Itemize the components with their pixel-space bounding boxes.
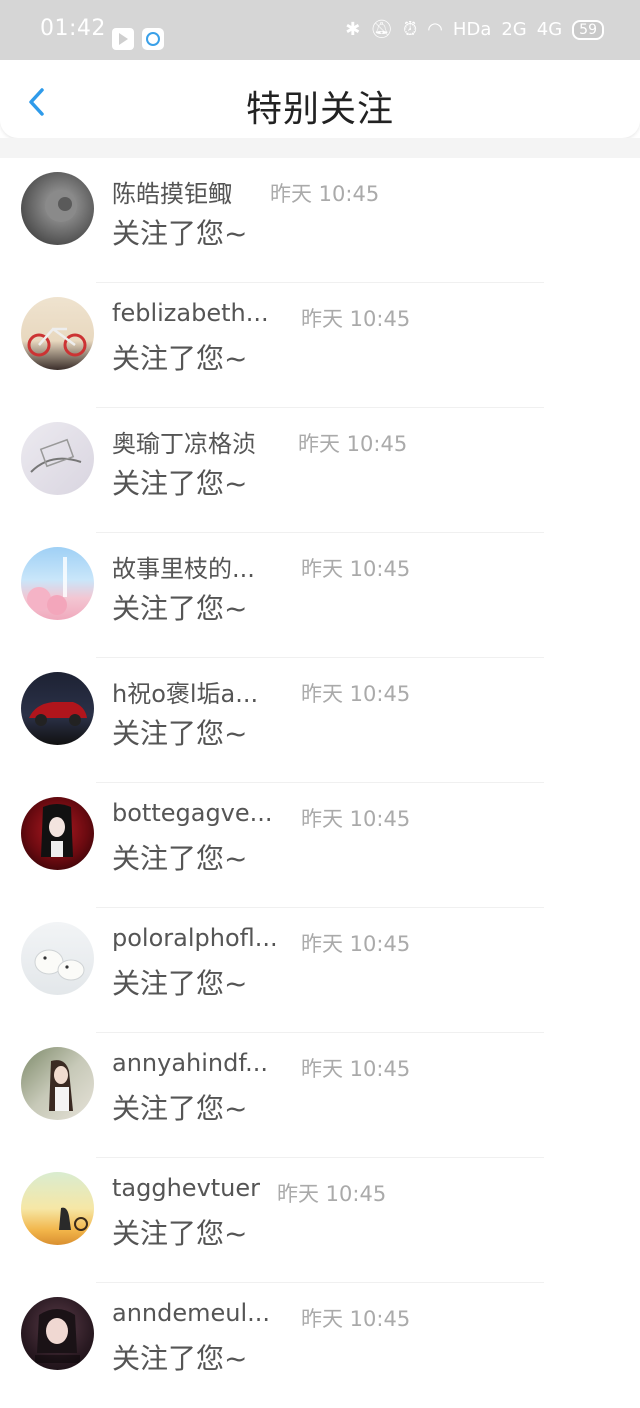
message-text: 关注了您~ — [112, 1092, 248, 1125]
bluetooth-icon: ✱ — [345, 19, 361, 40]
app-header: 特别关注 — [0, 60, 640, 138]
timestamp: 昨天 10:45 — [277, 1182, 387, 1206]
avatar[interactable] — [21, 422, 94, 495]
user-name[interactable]: tagghevtuer — [112, 1174, 260, 1202]
timestamp: 昨天 10:45 — [301, 807, 411, 831]
list-item[interactable]: 奥瑜丁凉格浈 昨天 10:45 关注了您~ — [0, 408, 640, 533]
user-name[interactable]: bottegagve... — [112, 799, 273, 827]
message-text: 关注了您~ — [112, 1217, 248, 1250]
alarm-icon: ⏰︎ — [403, 19, 418, 40]
avatar[interactable] — [21, 672, 94, 745]
list-item[interactable]: 陈皓摸钜鲰 昨天 10:45 关注了您~ — [0, 158, 640, 283]
avatar[interactable] — [21, 172, 94, 245]
avatar[interactable] — [21, 547, 94, 620]
mute-icon: 🔕︎ — [370, 19, 394, 40]
signal-4g: 4G — [536, 19, 563, 40]
message-text: 关注了您~ — [112, 842, 248, 875]
list-item[interactable]: bottegagve... 昨天 10:45 关注了您~ — [0, 783, 640, 908]
timestamp: 昨天 10:45 — [301, 557, 411, 581]
avatar[interactable] — [21, 922, 94, 995]
list-item[interactable]: h祝o褒l垢a... 昨天 10:45 关注了您~ — [0, 658, 640, 783]
message-text: 关注了您~ — [112, 967, 248, 1000]
message-text: 关注了您~ — [112, 1342, 248, 1375]
hd-label: HDa — [452, 19, 492, 40]
timestamp: 昨天 10:45 — [301, 1057, 411, 1081]
user-name[interactable]: poloralphofl... — [112, 924, 278, 952]
timestamp: 昨天 10:45 — [298, 432, 408, 456]
signal-2g: 2G — [501, 19, 527, 40]
user-name[interactable]: annyahindf... — [112, 1049, 268, 1077]
message-text: 关注了您~ — [112, 592, 248, 625]
avatar[interactable] — [21, 1047, 94, 1120]
user-name[interactable]: 奥瑜丁凉格浈 — [112, 424, 256, 459]
app-notification-icon — [112, 28, 134, 50]
timestamp: 昨天 10:45 — [270, 182, 380, 206]
user-name[interactable]: h祝o褒l垢a... — [112, 674, 258, 709]
timestamp: 昨天 10:45 — [301, 932, 411, 956]
status-bar: 01:42 ✱ 🔕︎ ⏰︎ ◠ HDa 2G 4G 59 — [0, 0, 640, 60]
status-time: 01:42 — [40, 16, 106, 41]
list-item[interactable]: poloralphofl... 昨天 10:45 关注了您~ — [0, 908, 640, 1033]
user-name[interactable]: feblizabeth... — [112, 299, 269, 327]
list-item[interactable]: annyahindf... 昨天 10:45 关注了您~ — [0, 1033, 640, 1158]
timestamp: 昨天 10:45 — [301, 682, 411, 706]
list-item[interactable]: anndemeul... 昨天 10:45 关注了您~ — [0, 1283, 640, 1408]
browser-notification-icon — [142, 28, 164, 50]
avatar[interactable] — [21, 1297, 94, 1370]
user-name[interactable]: anndemeul... — [112, 1299, 270, 1327]
status-indicators: ✱ 🔕︎ ⏰︎ ◠ HDa 2G 4G 59 — [345, 19, 604, 40]
page-title: 特别关注 — [245, 89, 394, 130]
section-divider — [0, 138, 640, 158]
avatar[interactable] — [21, 297, 94, 370]
list-item[interactable]: tagghevtuer 昨天 10:45 关注了您~ — [0, 1158, 640, 1283]
timestamp: 昨天 10:45 — [301, 1307, 411, 1331]
message-text: 关注了您~ — [112, 717, 248, 750]
list-item[interactable]: feblizabeth... 昨天 10:45 关注了您~ — [0, 283, 640, 408]
message-text: 关注了您~ — [112, 467, 248, 500]
user-name[interactable]: 陈皓摸钜鲰 — [112, 174, 232, 209]
avatar[interactable] — [21, 797, 94, 870]
follow-list: 陈皓摸钜鲰 昨天 10:45 关注了您~ feblizabeth... 昨天 1… — [0, 158, 640, 1408]
avatar[interactable] — [21, 1172, 94, 1245]
message-text: 关注了您~ — [112, 342, 248, 375]
user-name[interactable]: 故事里枝的... — [112, 549, 255, 584]
list-item[interactable]: 故事里枝的... 昨天 10:45 关注了您~ — [0, 533, 640, 658]
battery-indicator: 59 — [572, 19, 604, 40]
timestamp: 昨天 10:45 — [301, 307, 411, 331]
message-text: 关注了您~ — [112, 217, 248, 250]
wifi-icon: ◠ — [427, 19, 443, 40]
